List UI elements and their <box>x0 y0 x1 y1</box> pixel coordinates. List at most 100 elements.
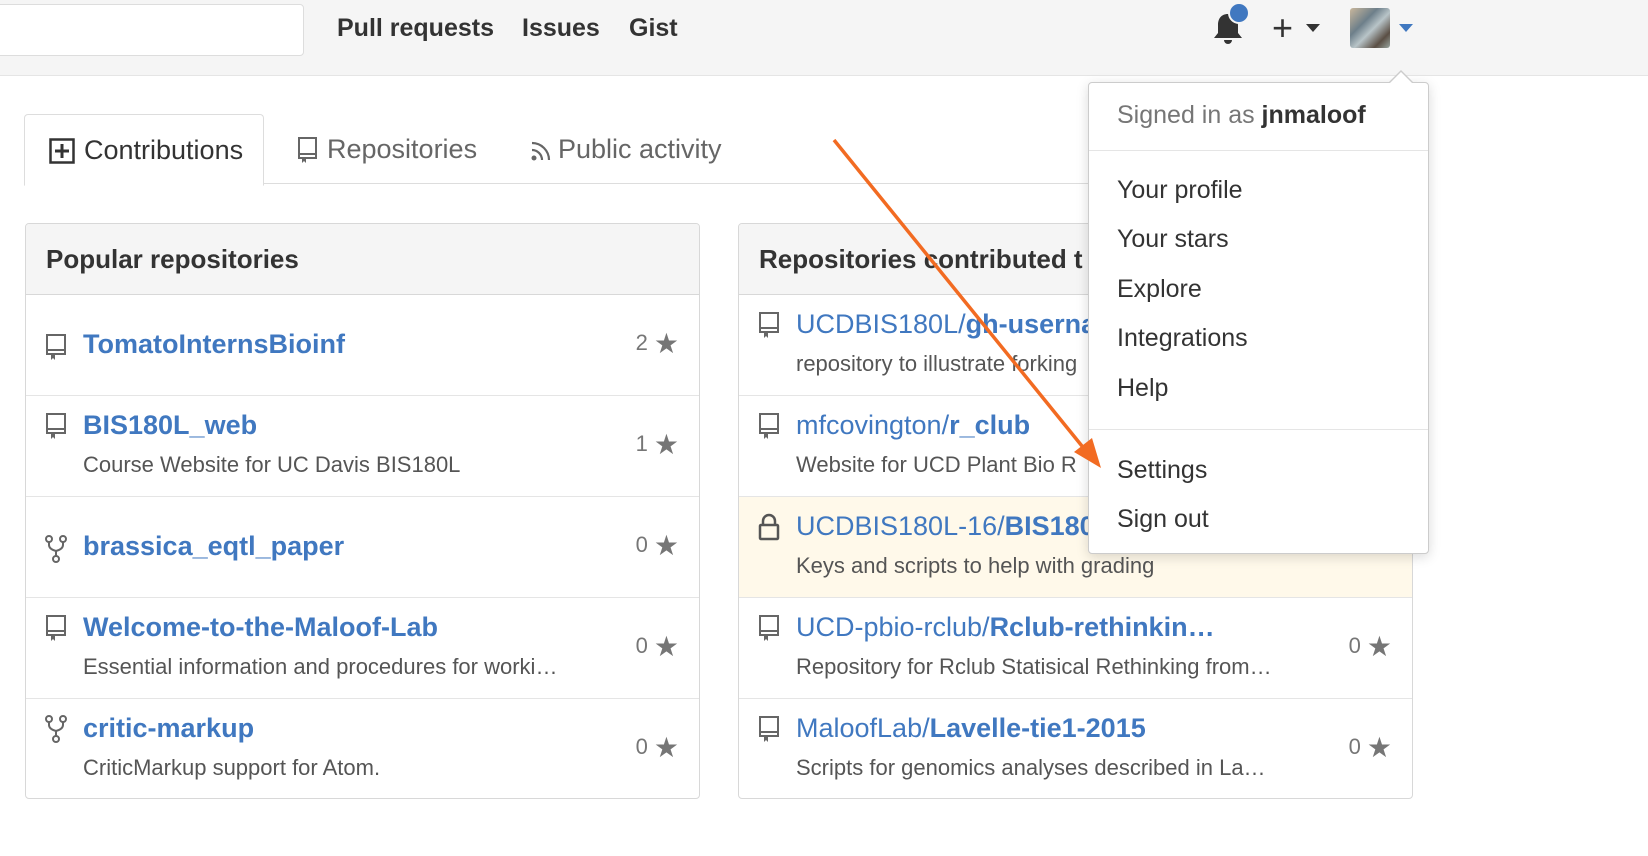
star-count: 0 ★ <box>636 529 679 562</box>
star-icon: ★ <box>653 328 679 359</box>
repo-icon <box>759 716 779 742</box>
star-count: 1 ★ <box>636 428 679 461</box>
star-count-value: 0 <box>635 734 648 759</box>
tab-label: Public activity <box>558 134 722 164</box>
list-item: brassica_eqtl_paper 0 ★ <box>26 497 699 598</box>
nav-pull-requests[interactable]: Pull requests <box>337 12 494 44</box>
star-count-value: 0 <box>1348 633 1361 658</box>
tab-repositories[interactable]: Repositories <box>294 114 484 184</box>
repo-icon <box>759 312 779 338</box>
repo-name: gh-userna <box>965 309 1097 339</box>
box-title: Popular repositories <box>26 224 699 295</box>
repo-name: Welcome-to-the-Maloof-Lab <box>83 612 438 642</box>
star-count-value: 2 <box>635 330 648 355</box>
star-icon: ★ <box>1366 732 1392 763</box>
repo-icon <box>46 413 66 439</box>
star-count: 0 ★ <box>636 630 679 663</box>
repo-link[interactable]: TomatoInternsBioinf <box>83 329 345 360</box>
star-icon: ★ <box>653 732 679 763</box>
repo-name: BIS180L_web <box>83 410 258 440</box>
repo-owner: UCD-pbio-rclub/ <box>796 612 990 642</box>
chevron-down-icon[interactable] <box>1399 24 1413 32</box>
menu-item-settings[interactable]: Settings <box>1117 456 1207 485</box>
repo-icon <box>759 413 779 439</box>
repo-link[interactable]: brassica_eqtl_paper <box>83 531 344 562</box>
repo-icon <box>46 615 66 641</box>
user-dropdown-menu: Signed in as jnmaloof Your profile Your … <box>1088 82 1429 554</box>
star-icon: ★ <box>1366 631 1392 662</box>
tab-contributions[interactable]: Contributions <box>24 114 264 186</box>
repo-description: Scripts for genomics analyses described … <box>796 755 1266 780</box>
star-count: 0 ★ <box>636 731 679 764</box>
repo-owner: MaloofLab/ <box>796 713 930 743</box>
menu-item-help[interactable]: Help <box>1117 374 1168 403</box>
repo-description: Essential information and procedures for… <box>83 654 558 679</box>
tab-label: Repositories <box>327 134 478 164</box>
repo-link[interactable]: UCD-pbio-rclub/Rclub-rethinkin… <box>796 612 1215 643</box>
repo-description: Course Website for UC Davis BIS180L <box>83 452 461 477</box>
repo-icon <box>759 615 779 641</box>
tab-public-activity[interactable]: Public activity <box>528 114 748 184</box>
menu-item-your-profile[interactable]: Your profile <box>1117 176 1243 205</box>
repo-description: Repository for Rclub Statisical Rethinki… <box>796 654 1272 679</box>
list-item: Welcome-to-the-Maloof-Lab Essential infor… <box>26 598 699 699</box>
list-item: BIS180L_web Course Website for UC Davis B… <box>26 396 699 497</box>
star-count: 0 ★ <box>1349 731 1392 764</box>
dropdown-caret <box>1390 72 1412 83</box>
tab-label: Contributions <box>84 135 244 165</box>
create-new-button[interactable]: + <box>1272 8 1293 48</box>
repo-name: brassica_eqtl_paper <box>83 531 345 561</box>
top-header: Pull requests Issues Gist + <box>0 0 1648 76</box>
menu-divider <box>1089 150 1428 151</box>
menu-item-sign-out[interactable]: Sign out <box>1117 505 1209 534</box>
star-icon: ★ <box>653 631 679 662</box>
repo-description: Keys and scripts to help with grading <box>796 553 1155 578</box>
repo-link[interactable]: UCDBIS180L-16/BIS180 <box>796 511 1095 542</box>
fork-icon <box>45 715 67 743</box>
repo-link[interactable]: Welcome-to-the-Maloof-Lab <box>83 612 438 643</box>
fork-icon <box>45 535 67 563</box>
repo-owner: UCDBIS180L-16/ <box>796 511 1005 541</box>
repo-description: CriticMarkup support for Atom. <box>83 755 381 780</box>
star-count-value: 1 <box>635 431 648 456</box>
popular-repositories-box: Popular repositories TomatoInternsBioinf… <box>25 223 700 799</box>
avatar[interactable] <box>1350 8 1390 48</box>
star-count-value: 0 <box>635 633 648 658</box>
repo-name: BIS180 <box>1004 511 1095 541</box>
search-input[interactable] <box>0 4 304 56</box>
list-item: TomatoInternsBioinf 2 ★ <box>26 295 699 396</box>
menu-item-integrations[interactable]: Integrations <box>1117 324 1248 353</box>
repo-description: Website for UCD Plant Bio R <box>796 452 1077 477</box>
menu-divider <box>1089 429 1428 430</box>
plus-square-icon <box>49 138 75 164</box>
list-item: critic-markup CriticMarkup support for At… <box>26 699 699 798</box>
list-item: UCD-pbio-rclub/Rclub-rethinkin… Repositor… <box>739 598 1412 699</box>
repo-owner: mfcovington/ <box>796 410 950 440</box>
star-icon: ★ <box>653 530 679 561</box>
star-count-value: 0 <box>1348 734 1361 759</box>
chevron-down-icon[interactable] <box>1306 24 1320 32</box>
star-icon: ★ <box>653 429 679 460</box>
star-count: 0 ★ <box>1349 630 1392 663</box>
repo-link[interactable]: MaloofLab/Lavelle-tie1-2015 <box>796 713 1146 744</box>
repo-icon <box>46 334 66 360</box>
signed-in-prefix: Signed in as <box>1117 101 1262 129</box>
repo-link[interactable]: UCDBIS180L/gh-userna <box>796 309 1096 340</box>
repo-list: TomatoInternsBioinf 2 ★ BIS180L_web Course W… <box>26 295 699 798</box>
repo-link[interactable]: BIS180L_web <box>83 410 257 441</box>
nav-gist[interactable]: Gist <box>629 12 678 44</box>
rss-icon <box>531 141 551 161</box>
menu-item-your-stars[interactable]: Your stars <box>1117 225 1229 254</box>
repo-name: TomatoInternsBioinf <box>83 329 345 359</box>
repo-description: repository to illustrate forking <box>796 351 1078 376</box>
lock-icon <box>758 513 780 541</box>
repo-link[interactable]: critic-markup <box>83 713 254 744</box>
nav-issues[interactable]: Issues <box>522 12 600 44</box>
repo-name: Rclub-rethinkin… <box>989 612 1215 642</box>
star-count-value: 0 <box>635 532 648 557</box>
notification-indicator <box>1228 2 1250 24</box>
menu-item-explore[interactable]: Explore <box>1117 275 1202 304</box>
repo-link[interactable]: mfcovington/r_club <box>796 410 1030 441</box>
signed-in-as: Signed in as jnmaloof <box>1117 101 1366 130</box>
list-item: MaloofLab/Lavelle-tie1-2015 Scripts for g… <box>739 699 1412 798</box>
